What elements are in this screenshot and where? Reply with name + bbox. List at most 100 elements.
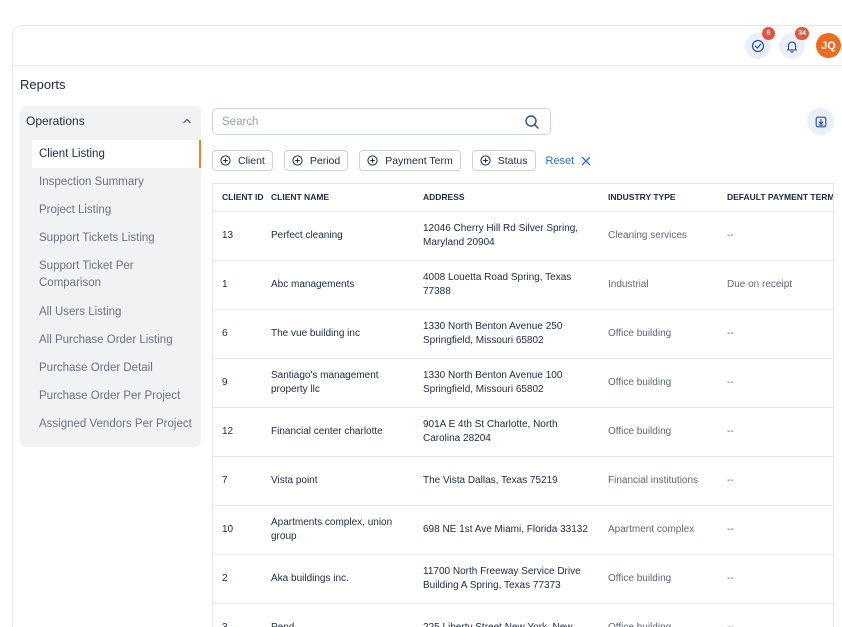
plus-circle-icon [220, 155, 231, 166]
table-row[interactable]: 7 Vista point The Vista Dallas, Texas 7521… [213, 456, 833, 506]
top-bar: 5 34 JQ [13, 26, 842, 66]
table-header-row: CLIENT ID CLIENT NAME ADDRESS INDUSTRY T… [213, 184, 833, 212]
filter-chip-status[interactable]: Status [471, 150, 536, 171]
sidebar-item-project-listing[interactable]: Project Listing [32, 196, 201, 224]
tasks-button[interactable]: 5 [745, 27, 775, 59]
industry-type-cell: Office building [599, 358, 718, 408]
notifications-button[interactable]: 34 [779, 27, 809, 59]
address-cell: 1330 North Benton Avenue 100 Springfield… [414, 358, 599, 408]
payment-term-cell: -- [718, 407, 833, 457]
plus-circle-icon [367, 155, 378, 166]
address-cell: 4008 Louetta Road Spring, Texas 77388 [414, 260, 599, 310]
sidebar-item-support-ticket-per-comparison[interactable]: Support Ticket Per Comparison [32, 252, 201, 298]
client-table-container: CLIENT ID CLIENT NAME ADDRESS INDUSTRY T… [212, 183, 834, 627]
industry-type-cell: Office building [599, 603, 718, 627]
client-id-cell: 13 [213, 211, 262, 261]
address-cell: 12046 Cherry Hill Rd Silver Spring, Mary… [414, 211, 599, 261]
industry-type-cell: Industrial [599, 260, 718, 310]
industry-type-cell: Cleaning services [599, 211, 718, 261]
plus-circle-icon [480, 155, 491, 166]
client-id-cell: 9 [213, 358, 262, 408]
column-header-default-payment-term[interactable]: DEFAULT PAYMENT TERM [718, 184, 833, 212]
column-header-address[interactable]: ADDRESS [414, 184, 599, 212]
payment-term-cell: -- [718, 554, 833, 604]
client-id-cell: 6 [213, 309, 262, 359]
page-title: Reports [20, 77, 66, 92]
table-row[interactable]: 6 The vue building inc 1330 North Benton A… [213, 309, 833, 359]
client-id-cell: 3 [213, 603, 262, 627]
industry-type-cell: Office building [599, 554, 718, 604]
app-frame: 5 34 JQ Reports Operations Client Listin… [12, 25, 842, 627]
sidebar-item-purchase-order-detail[interactable]: Purchase Order Detail [32, 354, 201, 382]
industry-type-cell: Apartment complex [599, 505, 718, 555]
address-cell: 225 Liberty Street New York, New [414, 603, 599, 627]
search-icon[interactable] [524, 114, 540, 130]
sidebar-item-client-listing[interactable]: Client Listing [32, 140, 201, 168]
filter-chip-label: Payment Term [385, 154, 453, 167]
sidebar-item-support-tickets-listing[interactable]: Support Tickets Listing [32, 224, 201, 252]
download-icon [815, 116, 826, 127]
payment-term-cell: -- [718, 603, 833, 627]
client-id-cell: 1 [213, 260, 262, 310]
payment-term-cell: -- [718, 358, 833, 408]
filter-chip-label: Client [238, 154, 265, 167]
client-name-cell: Abc managements [262, 260, 414, 310]
reset-filters-button[interactable]: Reset [546, 155, 592, 167]
search-input[interactable] [213, 109, 513, 134]
column-header-client-id[interactable]: CLIENT ID [213, 184, 264, 212]
client-name-cell: Apartments complex, union group [262, 505, 414, 555]
sidebar-section-label: Operations [26, 113, 85, 128]
industry-type-cell: Financial institutions [599, 456, 718, 506]
sidebar-item-inspection-summary[interactable]: Inspection Summary [32, 168, 201, 196]
address-cell: 1330 North Benton Avenue 250 Springfield… [414, 309, 599, 359]
industry-type-cell: Office building [599, 309, 718, 359]
industry-type-cell: Office building [599, 407, 718, 457]
reports-sidebar: Operations Client Listing Inspection Sum… [20, 106, 201, 447]
table-row[interactable]: 12 Financial center charlotte 901A E 4th S… [213, 407, 833, 457]
address-cell: 698 NE 1st Ave Miami, Florida 33132 [414, 505, 599, 555]
client-name-cell: Perfect cleaning [262, 211, 414, 261]
table-row[interactable]: 2 Aka buildings inc. 11700 North Freeway S… [213, 554, 833, 604]
notifications-badge: 34 [795, 27, 809, 40]
column-header-client-name[interactable]: CLIENT NAME [262, 184, 414, 212]
address-cell: 901A E 4th St Charlotte, North Carolina … [414, 407, 599, 457]
address-cell: The Vista Dallas, Texas 75219 [414, 456, 599, 506]
table-row[interactable]: 13 Perfect cleaning 12046 Cherry Hill Rd S… [213, 211, 833, 261]
table-row[interactable]: 10 Apartments complex, union group 698 NE … [213, 505, 833, 555]
user-avatar[interactable]: JQ [816, 33, 841, 58]
address-cell: 11700 North Freeway Service Drive Buildi… [414, 554, 599, 604]
search-box [212, 108, 551, 135]
table-row[interactable]: 3 Pend... 225 Liberty Street New York, New… [213, 603, 833, 627]
plus-circle-icon [292, 155, 303, 166]
client-name-cell: The vue building inc [262, 309, 414, 359]
sidebar-item-purchase-order-per-project[interactable]: Purchase Order Per Project [32, 382, 201, 410]
sidebar-item-all-purchase-order-listing[interactable]: All Purchase Order Listing [32, 326, 201, 354]
client-table: CLIENT ID CLIENT NAME ADDRESS INDUSTRY T… [213, 184, 833, 627]
check-circle-icon [751, 39, 765, 53]
sidebar-section-operations[interactable]: Operations [20, 106, 201, 135]
download-button[interactable] [807, 108, 834, 135]
table-row[interactable]: 9 Santiago's management property llc 1330 … [213, 358, 833, 408]
payment-term-cell: -- [718, 456, 833, 506]
sidebar-item-all-users-listing[interactable]: All Users Listing [32, 298, 201, 326]
table-row[interactable]: 1 Abc managements 4008 Louetta Road Spring… [213, 260, 833, 310]
client-name-cell: Santiago's management property llc [262, 358, 414, 408]
payment-term-cell: Due on receipt [718, 260, 833, 310]
payment-term-cell: -- [718, 505, 833, 555]
sidebar-list: Client Listing Inspection Summary Projec… [20, 135, 201, 438]
client-id-cell: 12 [213, 407, 262, 457]
chevron-up-icon [183, 118, 191, 123]
filter-chip-payment-term[interactable]: Payment Term [359, 150, 461, 171]
filter-chip-label: Period [309, 154, 341, 167]
filter-chip-period[interactable]: Period [283, 150, 349, 171]
payment-term-cell: -- [718, 211, 833, 261]
client-name-cell: Vista point [262, 456, 414, 506]
filter-chip-client[interactable]: Client [212, 150, 273, 171]
client-id-cell: 7 [213, 456, 262, 506]
filter-chip-label: Status [497, 154, 528, 167]
column-header-industry-type[interactable]: INDUSTRY TYPE [599, 184, 718, 212]
client-name-cell: Pend... [262, 603, 414, 627]
sidebar-item-assigned-vendors-per-project[interactable]: Assigned Vendors Per Project [32, 410, 201, 438]
tasks-badge: 5 [762, 27, 775, 40]
reset-label: Reset [545, 154, 575, 167]
